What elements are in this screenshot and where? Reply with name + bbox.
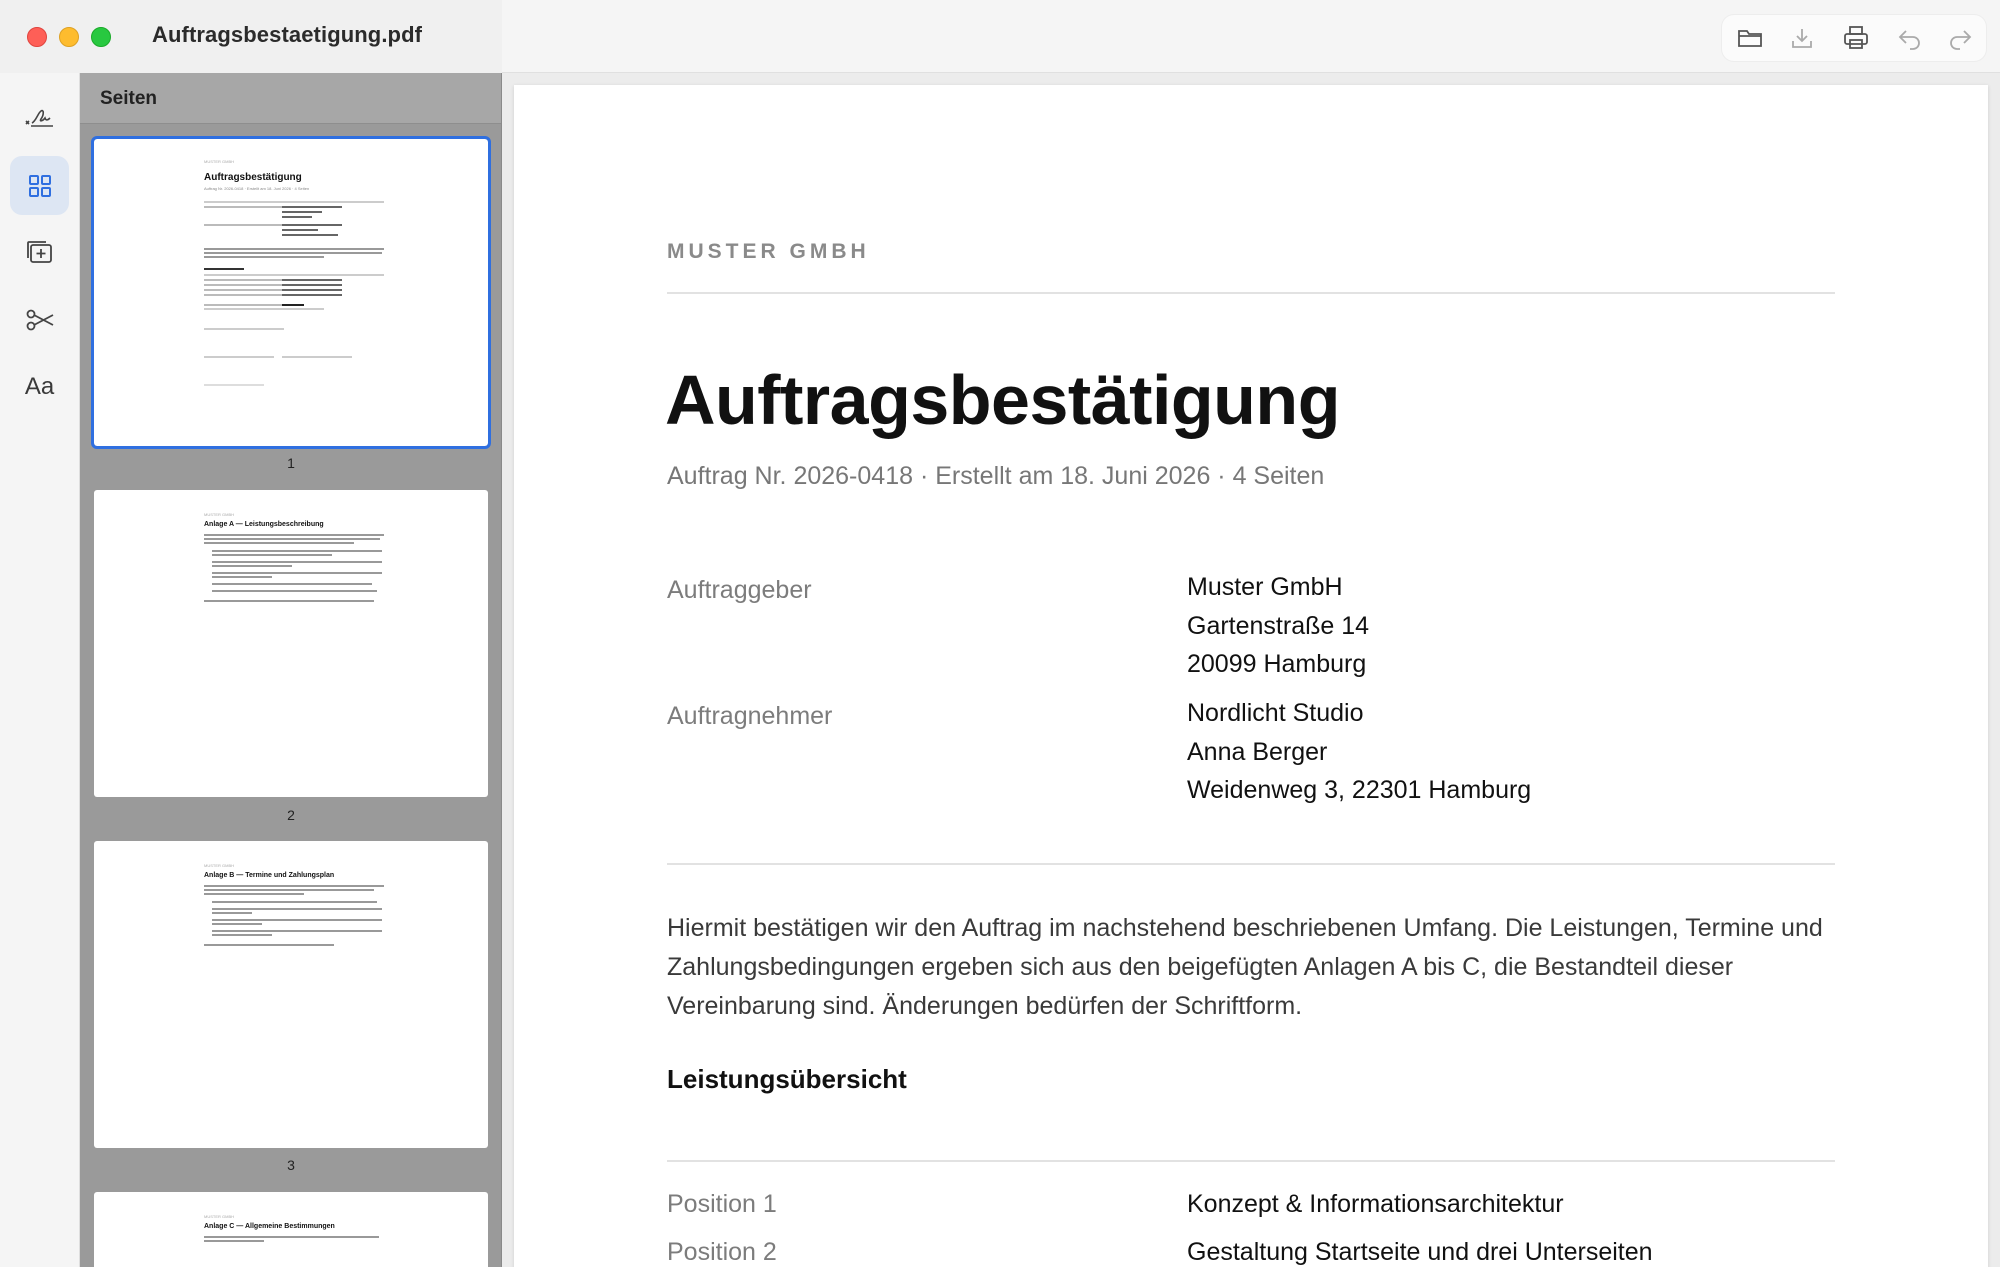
sidebar-header: Seiten — [80, 73, 501, 124]
signature-tool-button[interactable] — [10, 86, 69, 145]
company-name: MUSTER GMBH — [667, 240, 870, 263]
zoom-window-button[interactable] — [91, 27, 111, 47]
page-thumbnail-2[interactable]: MUSTER GMBH Anlage A — Leistungsbeschrei… — [94, 490, 488, 797]
text-tool-button[interactable]: Aa — [10, 357, 69, 416]
grid-icon — [28, 174, 51, 197]
document-page: MUSTER GMBH Auftragsbestätigung Auftrag … — [514, 85, 1988, 1267]
document-viewer[interactable]: MUSTER GMBH Auftragsbestätigung Auftrag … — [502, 73, 2000, 1267]
print-button[interactable] — [1840, 22, 1872, 54]
position-value: Gestaltung Startseite und drei Unterseit… — [1187, 1238, 1653, 1266]
client-line: Muster GmbH — [1187, 573, 1343, 601]
redo-icon — [1950, 30, 1972, 50]
client-label: Auftraggeber — [667, 576, 812, 604]
download-button[interactable] — [1786, 22, 1818, 54]
page-thumbnail-1[interactable]: MUSTER GMBH Auftragsbestätigung Auftrag … — [91, 136, 491, 449]
thumb-meta: Auftrag Nr. 2026-0418 · Erstellt am 18. … — [204, 186, 310, 191]
section-title: Leistungsübersicht — [667, 1064, 907, 1094]
divider — [667, 863, 1835, 865]
position-value: Konzept & Informationsarchitektur — [1187, 1190, 1564, 1218]
cut-tool-button[interactable] — [10, 290, 69, 349]
tool-rail: Aa — [0, 73, 80, 1267]
contractor-line: Weidenweg 3, 22301 Hamburg — [1187, 776, 1532, 804]
client-line: Gartenstraße 14 — [1187, 611, 1370, 640]
position-label: Position 2 — [667, 1238, 777, 1266]
text-tool-label: Aa — [24, 372, 55, 400]
add-page-icon — [26, 240, 52, 263]
document-meta: Auftrag Nr. 2026-0418 · Erstellt am 18. … — [667, 462, 1325, 490]
minimize-window-button[interactable] — [59, 27, 79, 47]
divider — [667, 1160, 1835, 1162]
thumb-company: MUSTER GMBH — [204, 1214, 234, 1219]
client-address: Muster GmbH Gartenstraße 14 20099 Hambur… — [1187, 568, 1369, 684]
thumb-company: MUSTER GMBH — [204, 159, 234, 164]
position-label: Position 1 — [667, 1190, 777, 1218]
contractor-line: Nordlicht Studio — [1187, 699, 1364, 727]
redo-button[interactable] — [1944, 22, 1976, 54]
thumb-title: Anlage B — Termine und Zahlungsplan — [204, 872, 335, 879]
toolbar — [1722, 15, 1986, 61]
thumb-title: Auftragsbestätigung — [204, 172, 302, 183]
insert-page-button[interactable] — [10, 223, 69, 282]
pages-sidebar: Seiten MUSTER GMBH Auftragsbestätigung A… — [80, 73, 502, 1267]
thumb-title: Anlage C — Allgemeine Bestimmungen — [204, 1223, 335, 1230]
undo-icon — [1898, 30, 1920, 50]
page-number-2: 2 — [287, 807, 295, 823]
pages-grid-button[interactable] — [10, 156, 69, 215]
folder-icon — [1738, 30, 1762, 47]
contractor-label: Auftragnehmer — [667, 702, 833, 730]
client-line: 20099 Hamburg — [1187, 650, 1367, 678]
thumb-title: Anlage A — Leistungsbeschreibung — [204, 521, 324, 528]
confirmation-paragraph: Hiermit bestätigen wir den Auftrag im na… — [667, 914, 1823, 1020]
open-folder-button[interactable] — [1734, 22, 1766, 54]
window-title: Auftragsbestaetigung.pdf — [152, 22, 423, 47]
page-thumbnail-3[interactable]: MUSTER GMBH Anlage B — Termine und Zahlu… — [94, 841, 488, 1148]
download-icon — [1792, 29, 1812, 48]
title-bar: Auftragsbestaetigung.pdf — [0, 0, 2000, 73]
printer-icon — [1844, 26, 1868, 49]
thumb-company: MUSTER GMBH — [204, 863, 234, 868]
signature-icon — [24, 109, 53, 127]
document-title: Auftragsbestätigung — [665, 361, 1340, 439]
contractor-line: Anna Berger — [1187, 737, 1328, 766]
divider — [667, 292, 1835, 294]
thumb-company: MUSTER GMBH — [204, 512, 234, 517]
page-thumbnail-4[interactable]: MUSTER GMBH Anlage C — Allgemeine Bestim… — [94, 1192, 488, 1267]
close-window-button[interactable] — [27, 27, 47, 47]
undo-button[interactable] — [1894, 22, 1926, 54]
scissors-icon — [26, 309, 53, 330]
page-number-3: 3 — [287, 1157, 295, 1173]
page-number-1: 1 — [287, 455, 295, 471]
contractor-address: Nordlicht Studio Anna Berger Weidenweg 3… — [1187, 694, 1531, 810]
